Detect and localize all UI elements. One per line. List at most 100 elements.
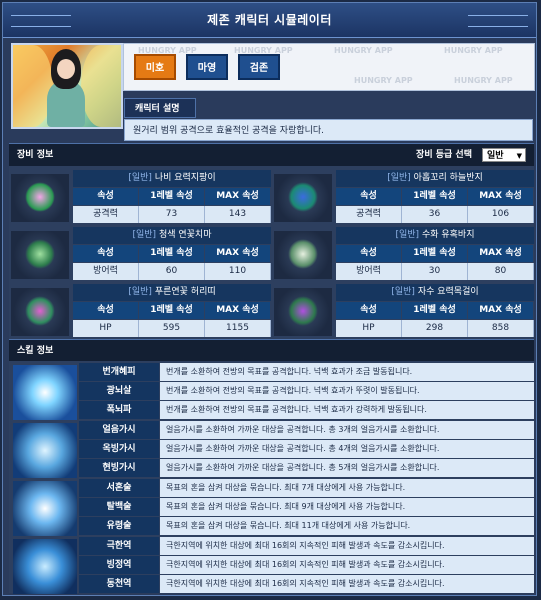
skill-row: 광뇌살 번개를 소환하여 전방의 목표를 공격합니다. 넉백 효과가 뚜렷이 발동… bbox=[79, 382, 534, 400]
equipment-stat-row: 공격력 36 106 bbox=[336, 206, 534, 223]
equipment-stat-row: HP 298 858 bbox=[336, 320, 534, 337]
pants-icon bbox=[274, 231, 332, 279]
equipment-item: [일반] 청색 연꽃치마 속성 1레벨 속성 MAX 속성 방어력 60 110 bbox=[9, 227, 271, 283]
equipment-section-title: 장비 정보 bbox=[17, 150, 54, 160]
ice-skill-icon bbox=[13, 423, 77, 478]
stat-name: HP bbox=[73, 320, 139, 337]
skill-row: 동천역 극한지역에 위치한 대상에 최대 16회의 지속적인 피해 발생과 속도를… bbox=[79, 575, 534, 593]
skill-name: 얼음가시 bbox=[79, 421, 159, 439]
skill-description: 극한지역에 위치한 대상에 최대 16회의 지속적인 피해 발생과 속도를 감소… bbox=[160, 537, 534, 555]
stat-name: 공격력 bbox=[73, 206, 139, 223]
skill-description: 번개를 소환하여 전방의 목표를 공격합니다. 넉백 효과가 강력하게 발동됩니… bbox=[160, 401, 534, 419]
character-description: 원거리 범위 공격으로 효율적인 공격을 자랑합니다. bbox=[124, 119, 533, 141]
necklace-icon bbox=[274, 288, 332, 336]
equipment-item: [일반] 나비 요력지팡이 속성 1레벨 속성 MAX 속성 공격력 73 143 bbox=[9, 170, 271, 226]
watermark: HUNGRY APP bbox=[354, 76, 413, 85]
character-selector: HUNGRY APP HUNGRY APP HUNGRY APP HUNGRY … bbox=[123, 43, 535, 91]
title-ornament-right bbox=[468, 15, 528, 27]
belt-icon bbox=[11, 288, 69, 336]
stat-lv1: 298 bbox=[402, 320, 468, 337]
title-bar: 제존 캐릭터 시뮬레이터 bbox=[3, 3, 536, 38]
equipment-name: [일반] 청색 연꽃치마 bbox=[73, 227, 271, 244]
stat-name: 방어력 bbox=[336, 263, 402, 280]
equipment-name: [일반] 나비 요력지팡이 bbox=[73, 170, 271, 187]
equipment-stat-header: 속성 1레벨 속성 MAX 속성 bbox=[73, 188, 271, 205]
stat-max: 143 bbox=[205, 206, 271, 223]
character-button-miho[interactable]: 미호 bbox=[134, 54, 176, 80]
equipment-stat-row: 방어력 60 110 bbox=[73, 263, 271, 280]
equipment-stat-header: 속성 1레벨 속성 MAX 속성 bbox=[336, 302, 534, 319]
equipment-stat-row: 방어력 30 80 bbox=[336, 263, 534, 280]
skill-description: 얼음가시를 소환하여 가까운 대상을 공격합니다. 총 5개의 얼음가시를 소환… bbox=[160, 459, 534, 477]
grade-select[interactable]: 일반 ▼ bbox=[482, 148, 526, 162]
skill-section-header: 스킬 정보 bbox=[9, 339, 534, 362]
skill-name: 옥빙가시 bbox=[79, 440, 159, 458]
equipment-item: [일반] 수화 유혹바지 속성 1레벨 속성 MAX 속성 방어력 30 80 bbox=[272, 227, 534, 283]
equipment-section-header: 장비 정보 장비 등급 선택 일반 ▼ bbox=[9, 143, 534, 166]
equipment-stat-header: 속성 1레벨 속성 MAX 속성 bbox=[73, 245, 271, 262]
skill-list: 번개혜피 번개를 소환하여 전방의 목표를 공격합니다. 넉백 효과가 조금 발동… bbox=[9, 361, 534, 594]
stat-lv1: 30 bbox=[402, 263, 468, 280]
character-button-mayeong[interactable]: 마영 bbox=[186, 54, 228, 80]
stat-max: 106 bbox=[468, 206, 534, 223]
stat-max: 1155 bbox=[205, 320, 271, 337]
skill-description: 목표의 혼을 삼켜 대상을 묶습니다. 최대 7개 대상에게 사용 가능합니다. bbox=[160, 479, 534, 497]
stat-name: 방어력 bbox=[73, 263, 139, 280]
skill-name: 극한역 bbox=[79, 537, 159, 555]
character-button-geomjon[interactable]: 검존 bbox=[238, 54, 280, 80]
equipment-name: [일반] 수화 유혹바지 bbox=[336, 227, 534, 244]
page-title: 제존 캐릭터 시뮬레이터 bbox=[207, 13, 332, 27]
equipment-item: [일반] 자수 요력목걸이 속성 1레벨 속성 MAX 속성 HP 298 858 bbox=[272, 284, 534, 340]
skill-name: 폭뇌파 bbox=[79, 401, 159, 419]
skill-row: 서혼술 목표의 혼을 삼켜 대상을 묶습니다. 최대 7개 대상에게 사용 가능합… bbox=[79, 479, 534, 497]
equipment-name: [일반] 푸른연꽃 허리띠 bbox=[73, 284, 271, 301]
stat-max: 80 bbox=[468, 263, 534, 280]
skill-name: 탈백술 bbox=[79, 498, 159, 516]
title-ornament-left bbox=[11, 15, 71, 27]
watermark: HUNGRY APP bbox=[334, 46, 393, 55]
skill-row: 빙정역 극한지역에 위치한 대상에 최대 16회의 지속적인 피해 발생과 속도를… bbox=[79, 556, 534, 574]
character-portrait bbox=[11, 43, 123, 129]
equipment-grid: [일반] 나비 요력지팡이 속성 1레벨 속성 MAX 속성 공격력 73 143 [일반] … bbox=[9, 166, 534, 340]
skill-row: 현빙가시 얼음가시를 소환하여 가까운 대상을 공격합니다. 총 5개의 얼음가시… bbox=[79, 459, 534, 477]
stat-max: 110 bbox=[205, 263, 271, 280]
skill-row: 유령술 목표의 혼을 삼켜 대상을 묶습니다. 최대 11개 대상에게 사용 가능… bbox=[79, 517, 534, 535]
skill-row: 얼음가시 얼음가시를 소환하여 가까운 대상을 공격합니다. 총 3개의 얼음가시… bbox=[79, 421, 534, 439]
skill-description: 얼음가시를 소환하여 가까운 대상을 공격합니다. 총 4개의 얼음가시를 소환… bbox=[160, 440, 534, 458]
equipment-name: [일반] 아홉꼬리 하늘반지 bbox=[336, 170, 534, 187]
skill-description: 얼음가시를 소환하여 가까운 대상을 공격합니다. 총 3개의 얼음가시를 소환… bbox=[160, 421, 534, 439]
lightning-skill-icon bbox=[13, 365, 77, 420]
stat-name: 공격력 bbox=[336, 206, 402, 223]
skill-row: 폭뇌파 번개를 소환하여 전방의 목표를 공격합니다. 넉백 효과가 강력하게 발… bbox=[79, 401, 534, 419]
skill-description: 극한지역에 위치한 대상에 최대 16회의 지속적인 피해 발생과 속도를 감소… bbox=[160, 575, 534, 593]
skill-description: 목표의 혼을 삼켜 대상을 묶습니다. 최대 9개 대상에게 사용 가능합니다. bbox=[160, 498, 534, 516]
equipment-name: [일반] 자수 요력목걸이 bbox=[336, 284, 534, 301]
equipment-item: [일반] 아홉꼬리 하늘반지 속성 1레벨 속성 MAX 속성 공격력 36 106 bbox=[272, 170, 534, 226]
equipment-stat-row: HP 595 1155 bbox=[73, 320, 271, 337]
skill-description: 번개를 소환하여 전방의 목표를 공격합니다. 넉백 효과가 조금 발동됩니다. bbox=[160, 363, 534, 381]
description-tab: 캐릭터 설명 bbox=[124, 98, 196, 118]
skill-row: 번개혜피 번개를 소환하여 전방의 목표를 공격합니다. 넉백 효과가 조금 발동… bbox=[79, 363, 534, 381]
ring-icon bbox=[274, 174, 332, 222]
stat-lv1: 595 bbox=[139, 320, 205, 337]
equipment-stat-row: 공격력 73 143 bbox=[73, 206, 271, 223]
soul-skill-icon bbox=[13, 481, 77, 536]
equipment-stat-header: 속성 1레벨 속성 MAX 속성 bbox=[336, 245, 534, 262]
stat-lv1: 73 bbox=[139, 206, 205, 223]
skill-name: 서혼술 bbox=[79, 479, 159, 497]
stat-lv1: 36 bbox=[402, 206, 468, 223]
equipment-stat-header: 속성 1레벨 속성 MAX 속성 bbox=[73, 302, 271, 319]
skill-name: 동천역 bbox=[79, 575, 159, 593]
skirt-icon bbox=[11, 231, 69, 279]
skill-row: 옥빙가시 얼음가시를 소환하여 가까운 대상을 공격합니다. 총 4개의 얼음가시… bbox=[79, 440, 534, 458]
simulator-window: 제존 캐릭터 시뮬레이터 HUNGRY APP HUNGRY APP HUNGR… bbox=[2, 2, 537, 596]
skill-name: 현빙가시 bbox=[79, 459, 159, 477]
skill-name: 번개혜피 bbox=[79, 363, 159, 381]
skill-name: 빙정역 bbox=[79, 556, 159, 574]
stat-lv1: 60 bbox=[139, 263, 205, 280]
skill-description: 번개를 소환하여 전방의 목표를 공격합니다. 넉백 효과가 뚜렷이 발동됩니다… bbox=[160, 382, 534, 400]
grade-select-label: 장비 등급 선택 bbox=[416, 150, 472, 160]
stat-name: HP bbox=[336, 320, 402, 337]
skill-row: 탈백술 목표의 혼을 삼켜 대상을 묶습니다. 최대 9개 대상에게 사용 가능합… bbox=[79, 498, 534, 516]
skill-section-title: 스킬 정보 bbox=[17, 346, 54, 356]
